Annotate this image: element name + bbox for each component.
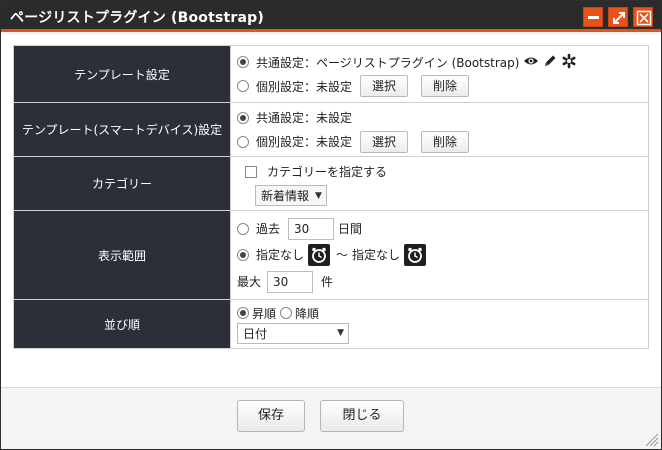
template-smart-row: テンプレート(スマートデバイス)設定 共通設定：未設定 個別設定：未設定 選択 … xyxy=(13,102,649,157)
template-label: テンプレート設定 xyxy=(13,45,231,103)
dialog-footer: 保存 閉じる xyxy=(1,387,661,449)
template-common-label: 共通設定：ページリストプラグイン (Bootstrap) xyxy=(256,55,520,70)
chevron-down-icon: ▼ xyxy=(315,190,322,201)
save-button[interactable]: 保存 xyxy=(237,400,305,432)
order-desc-label: 降順 xyxy=(295,306,320,321)
template-individual-radio[interactable] xyxy=(237,80,249,92)
settings-table: テンプレート設定 共通設定：ページリストプラグイン (Bootstrap) 個別… xyxy=(13,45,649,349)
maximize-icon xyxy=(613,12,625,24)
category-checkbox[interactable] xyxy=(245,165,257,178)
template-smart-label: テンプレート(スマートデバイス)設定 xyxy=(13,102,231,157)
order-asc-label: 昇順 xyxy=(252,306,277,321)
category-select[interactable]: 新着情報 ▼ xyxy=(255,185,327,206)
order-asc-radio[interactable] xyxy=(237,307,249,319)
close-button[interactable]: 閉じる xyxy=(320,400,404,432)
category-label: カテゴリー xyxy=(13,156,231,211)
template-smart-common-radio[interactable] xyxy=(237,111,249,124)
from-clock-icon[interactable] xyxy=(308,243,331,266)
range-label: 表示範囲 xyxy=(13,210,231,300)
template-select-button[interactable]: 選択 xyxy=(360,75,409,97)
template-smart-select-button[interactable]: 選択 xyxy=(360,130,409,153)
range-from-label: 指定なし xyxy=(256,248,305,262)
dialog-title: ページリストプラグイン (Bootstrap) xyxy=(10,10,264,26)
template-delete-button[interactable]: 削除 xyxy=(421,75,470,97)
range-past-input[interactable]: 30 xyxy=(288,217,335,240)
range-past-suffix: 日間 xyxy=(338,222,363,236)
maximize-button[interactable] xyxy=(608,7,628,27)
gear-icon[interactable] xyxy=(561,53,577,72)
order-row: 並び順 昇順 降順 日付 ▼ xyxy=(13,299,649,349)
template-smart-individual-label: 個別設定：未設定 xyxy=(256,135,353,149)
title-bar[interactable]: ページリストプラグイン (Bootstrap) xyxy=(1,1,661,32)
range-past-radio[interactable] xyxy=(237,222,249,235)
template-common-radio[interactable] xyxy=(237,56,249,68)
close-window-button[interactable] xyxy=(633,7,653,27)
template-smart-individual-radio[interactable] xyxy=(237,135,249,148)
order-value: 昇順 降順 日付 ▼ xyxy=(230,299,649,349)
chevron-down-icon: ▼ xyxy=(337,328,344,338)
category-select-value: 新着情報 xyxy=(261,189,310,203)
resize-grip-icon[interactable] xyxy=(643,431,659,447)
category-value: カテゴリーを指定する 新着情報 ▼ xyxy=(230,156,649,211)
range-max-input[interactable]: 30 xyxy=(267,270,314,293)
template-individual-label: 個別設定：未設定 xyxy=(256,79,353,94)
category-checkbox-label: カテゴリーを指定する xyxy=(267,165,388,179)
range-unspecified-radio[interactable] xyxy=(237,248,249,261)
range-tilde: 〜 xyxy=(336,248,349,262)
template-row: テンプレート設定 共通設定：ページリストプラグイン (Bootstrap) 個別… xyxy=(13,45,649,103)
template-smart-value: 共通設定：未設定 個別設定：未設定 選択 削除 xyxy=(230,102,649,157)
range-past-prefix: 過去 xyxy=(256,222,281,236)
template-smart-common-label: 共通設定：未設定 xyxy=(256,111,353,125)
range-to-label: 指定なし xyxy=(352,248,401,262)
range-row: 表示範囲 過去 30 日間 指定なし 〜 指定なし 最大 30 件 xyxy=(13,210,649,300)
close-icon xyxy=(636,10,652,26)
minimize-button[interactable] xyxy=(583,7,603,27)
eye-icon[interactable] xyxy=(523,55,539,70)
to-clock-icon[interactable] xyxy=(404,243,427,266)
order-desc-radio[interactable] xyxy=(280,307,293,319)
order-label: 並び順 xyxy=(13,299,231,349)
range-max-suffix: 件 xyxy=(321,275,334,289)
template-smart-delete-button[interactable]: 削除 xyxy=(421,130,470,153)
order-sort-select[interactable]: 日付 ▼ xyxy=(237,322,349,344)
range-max-prefix: 最大 xyxy=(237,275,262,289)
dialog-window: ページリストプラグイン (Bootstrap) テンプレート設定 共通設定：ペー… xyxy=(0,0,662,450)
pencil-icon[interactable] xyxy=(543,54,557,71)
category-row: カテゴリー カテゴリーを指定する 新着情報 ▼ xyxy=(13,156,649,211)
template-value: 共通設定：ページリストプラグイン (Bootstrap) 個別設定：未設定 選択… xyxy=(230,45,649,103)
dialog-content: テンプレート設定 共通設定：ページリストプラグイン (Bootstrap) 個別… xyxy=(1,35,661,387)
order-sort-value: 日付 xyxy=(243,326,268,341)
range-value: 過去 30 日間 指定なし 〜 指定なし 最大 30 件 xyxy=(230,210,649,300)
